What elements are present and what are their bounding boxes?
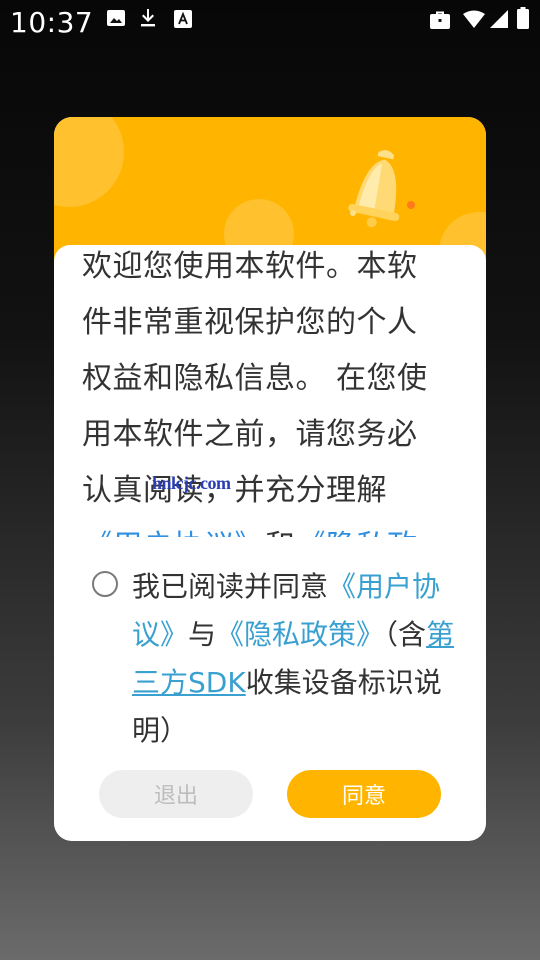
wifi-icon [463,10,485,28]
bell-icon [348,150,415,228]
agreement-prefix: 我已阅读并同意 [132,570,329,603]
decor-bubble [54,117,124,207]
notice-text-scroll[interactable]: 欢迎您使用本软件。本软件非常重视保护您的个人权益和隐私信息。 在您使用本软件之前… [82,245,442,537]
privacy-dialog: 欢迎您使用本软件。本软件非常重视保护您的个人权益和隐私信息。 在您使用本软件之前… [54,117,486,841]
battery-icon [517,7,529,29]
privacy-policy-link[interactable]: 《隐私政策》 [216,618,384,651]
notice-and: 和 [265,529,296,537]
watermark: hnlcjc.com [152,473,231,493]
notice-text: 欢迎您使用本软件。本软件非常重视保护您的个人权益和隐私信息。 在您使用本软件之前… [82,245,442,537]
notice-intro: 欢迎您使用本软件。本软件非常重视保护您的个人权益和隐私信息。 在您使用本软件之前… [82,249,428,508]
agreement-paren-open: （含 [384,618,427,651]
notice-user-agreement-link[interactable]: 《用户协议》 [82,529,265,537]
image-icon [107,10,125,26]
dialog-body: 欢迎您使用本软件。本软件非常重视保护您的个人权益和隐私信息。 在您使用本软件之前… [54,245,486,841]
status-time: 10:37 [10,6,94,39]
agreement-text: 我已阅读并同意《用户协议》与《隐私政策》（含第三方SDK收集设备标识说明） [132,563,462,755]
download-icon [141,9,155,27]
a-icon [174,10,192,28]
exit-button[interactable]: 退出 [99,770,253,818]
status-bar: 10:37 [0,0,540,44]
agree-radio[interactable] [92,571,118,597]
notice-privacy-policy-link[interactable]: 《隐私政 [296,529,418,537]
signal-icon [490,10,508,28]
agree-button[interactable]: 同意 [287,770,441,818]
briefcase-icon [430,11,450,29]
agreement-and: 与 [188,618,217,651]
